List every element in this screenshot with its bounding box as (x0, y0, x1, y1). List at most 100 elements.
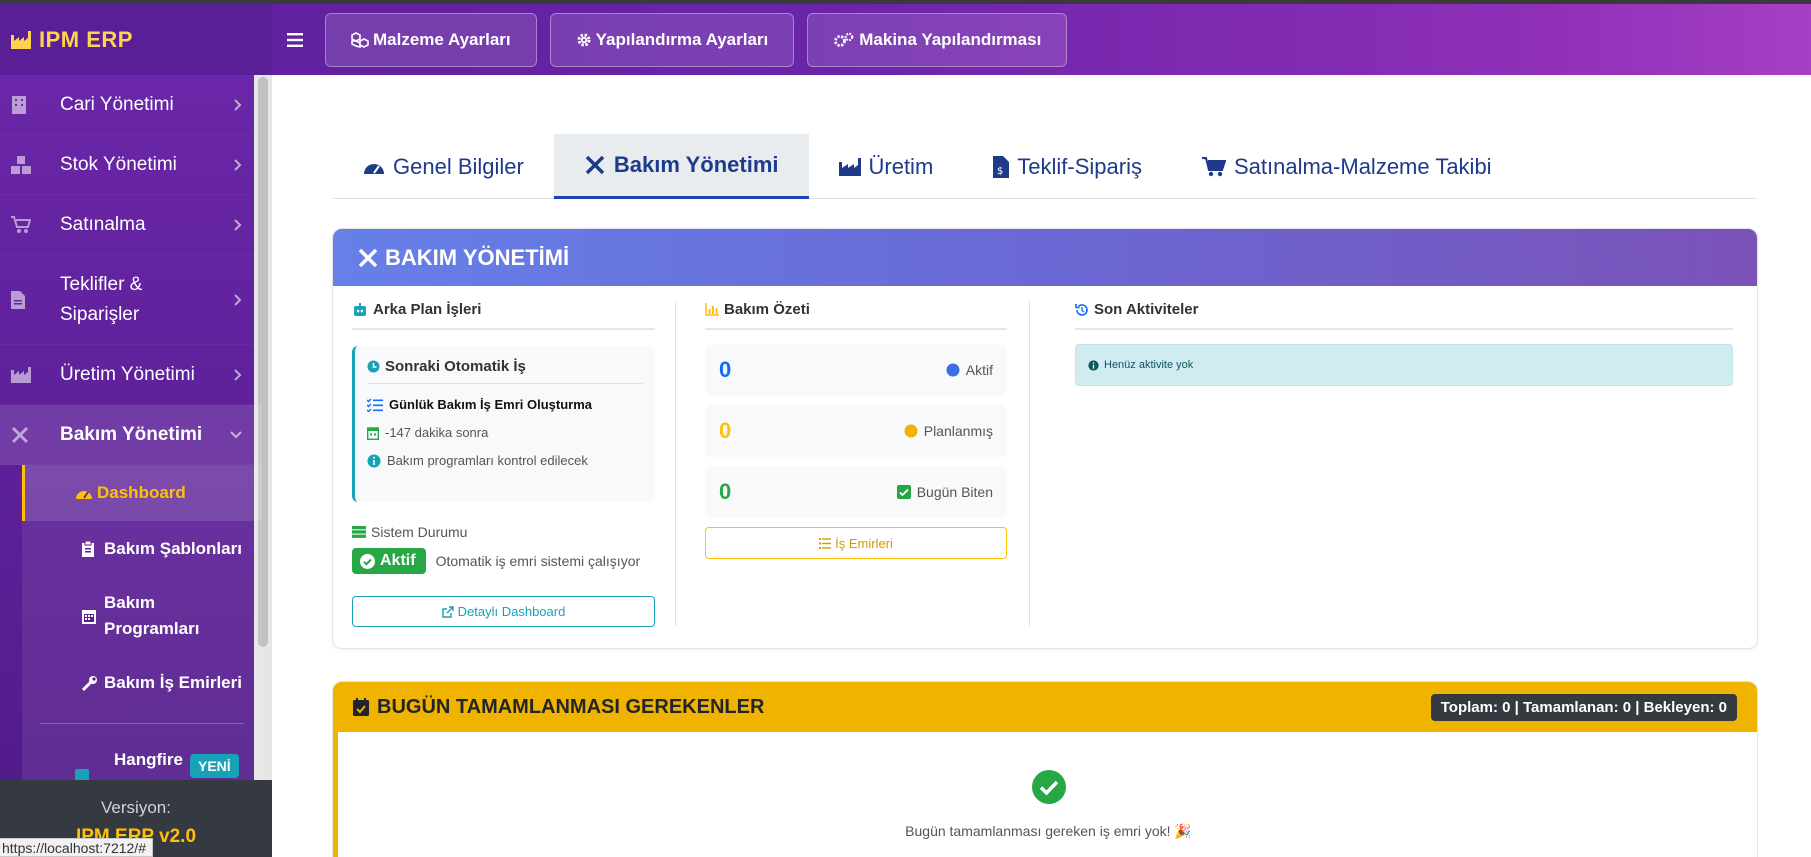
job-time: -147 dakika sonra (385, 425, 489, 440)
calendar-icon (367, 426, 379, 440)
sidebar-subitem-label: Dashboard (97, 483, 186, 502)
tab-production[interactable]: Üretim (809, 134, 964, 199)
invoice-dollar-icon: $ (993, 155, 1010, 178)
brand-name: IPM ERP (39, 26, 133, 52)
tools-icon (358, 248, 378, 267)
next-job-title-text: Sonraki Otomatik İş (385, 358, 526, 375)
chevron-right-icon (234, 293, 242, 306)
recent-activities-title-text: Son Aktiviteler (1094, 301, 1199, 318)
industry-icon (11, 366, 31, 383)
sidebar-subitem-label: Bakım Programları (104, 593, 200, 638)
list-icon (819, 537, 832, 549)
chart-bar-icon (705, 303, 719, 316)
sidebar-subitem-programs[interactable]: Bakım Programları (22, 577, 262, 655)
maintenance-summary-column: Bakım Özeti 0 Aktif 0 Planlanmış 0 Bugün… (705, 301, 1007, 559)
sidebar-item-label: Satınalma (60, 213, 146, 235)
dashboard-gauge-icon (76, 491, 92, 499)
machine-configuration-button[interactable]: Makina Yapılandırması (807, 12, 1068, 67)
stat-label-text: Bugün Biten (916, 484, 993, 500)
next-job-title: Sonraki Otomatik İş (367, 358, 643, 384)
today-tasks-card: BUGÜN TAMAMLANMASI GEREKENLER Toplam: 0 … (332, 681, 1758, 857)
system-status-text: Sistem Durumu (371, 524, 468, 540)
clipboard-icon (82, 541, 94, 557)
boxes-icon (11, 155, 31, 174)
sidebar-item-label: Bakım Yönetimi (60, 423, 203, 445)
wrench-icon (82, 676, 97, 691)
stat-finished-label: Bugün Biten (896, 484, 993, 500)
sidebar-item-maintenance[interactable]: Bakım Yönetimi (0, 405, 262, 465)
sidebar-subitem-dashboard[interactable]: Dashboard (22, 465, 262, 521)
recent-activities-title: Son Aktiviteler (1075, 301, 1733, 330)
industry-icon (838, 157, 861, 176)
stat-planned-label: Planlanmış (904, 423, 993, 439)
maintenance-card: BAKIM YÖNETİMİ Arka Plan İşleri Sonraki … (332, 228, 1758, 649)
today-tasks-title-text: BUGÜN TAMAMLANMASI GEREKENLER (377, 695, 765, 718)
sidebar-item-offers[interactable]: Teklifler & Siparişler (0, 255, 262, 345)
sidebar-item-purchasing[interactable]: Satınalma (0, 195, 262, 255)
sidebar-subitem-label: Bakım İş Emirleri (104, 673, 242, 692)
version-label: Versiyon: (101, 798, 171, 817)
dashboard-tabs: Genel Bilgiler Bakım Yönetimi Üretim $ T… (333, 134, 1757, 199)
sidebar-item-label: Üretim Yönetimi (60, 363, 195, 385)
next-job-box: Sonraki Otomatik İş Günlük Bakım İş Emri… (352, 346, 655, 502)
chevron-right-icon (234, 158, 242, 171)
detailed-dashboard-button[interactable]: Detaylı Dashboard (352, 596, 655, 627)
sidebar-item-production[interactable]: Üretim Yönetimi (0, 345, 262, 405)
tab-label: Üretim (868, 153, 934, 179)
info-icon (1088, 359, 1099, 371)
gear-icon (577, 33, 591, 46)
job-info: Bakım programları kontrol edilecek (387, 453, 588, 468)
work-orders-button[interactable]: İş Emirleri (705, 527, 1007, 559)
menu-toggle-icon[interactable] (278, 23, 312, 57)
column-divider (675, 301, 676, 626)
configuration-settings-label: Yapılandırma Ayarları (595, 29, 769, 49)
today-tasks-header: BUGÜN TAMAMLANMASI GEREKENLER Toplam: 0 … (333, 682, 1757, 732)
tab-offer-order[interactable]: $ Teklif-Sipariş (963, 134, 1172, 199)
maintenance-summary-title-text: Bakım Özeti (724, 301, 810, 318)
column-divider (1029, 301, 1030, 626)
clock-icon (367, 360, 380, 373)
chevron-down-icon (230, 430, 242, 438)
invoice-icon (11, 290, 25, 309)
tab-purchasing-material[interactable]: Satınalma-Malzeme Takibi (1172, 134, 1522, 199)
no-activity-text: Henüz aktivite yok (1104, 359, 1194, 371)
job-name-row: Günlük Bakım İş Emri Oluşturma (367, 397, 643, 412)
today-tasks-body: Bugün tamamlanması gereken iş emri yok! … (333, 732, 1757, 857)
job-name: Günlük Bakım İş Emri Oluşturma (389, 397, 592, 412)
status-url: https://localhost:7212/# (0, 838, 153, 857)
stat-planned-value: 0 (719, 418, 732, 443)
yellow-circle-icon (904, 424, 918, 438)
background-jobs-title: Arka Plan İşleri (352, 301, 655, 330)
calendar-icon (82, 610, 96, 624)
sidebar-subitem-templates[interactable]: Bakım Şablonları (22, 521, 262, 577)
tab-general[interactable]: Genel Bilgiler (333, 134, 554, 199)
brand-logo[interactable]: IPM ERP (0, 4, 272, 75)
sidebar-divider (40, 723, 244, 724)
external-link-icon (441, 605, 454, 618)
robot-icon (354, 302, 366, 316)
tachometer-icon (364, 163, 384, 174)
sidebar-nav: Cari Yönetimi Stok Yönetimi Satınalma Te… (0, 75, 262, 800)
configuration-settings-button[interactable]: Yapılandırma Ayarları (549, 12, 795, 67)
tab-maintenance[interactable]: Bakım Yönetimi (553, 134, 809, 199)
status-description: Otomatik iş emri sistemi çalışıyor (435, 553, 641, 569)
check-circle-icon (1031, 770, 1066, 804)
sidebar-subitem-workorders[interactable]: Bakım İş Emirleri (22, 655, 262, 711)
calendar-check-icon (353, 698, 369, 716)
material-settings-label: Malzeme Ayarları (373, 29, 511, 49)
status-badge: Aktif (352, 548, 426, 574)
today-tasks-title: BUGÜN TAMAMLANMASI GEREKENLER (353, 696, 764, 719)
material-settings-button[interactable]: Malzeme Ayarları (325, 12, 537, 67)
sidebar-item-cari[interactable]: Cari Yönetimi (0, 75, 262, 135)
maintenance-summary-title: Bakım Özeti (705, 301, 1007, 330)
maintenance-submenu: Dashboard Bakım Şablonları Bakım Program… (22, 465, 262, 800)
sidebar-item-label: Teklifler & Siparişler (60, 273, 143, 325)
blue-circle-icon (946, 363, 960, 377)
info-icon (367, 454, 381, 467)
check-circle-icon (360, 553, 375, 569)
today-tasks-counter: Toplam: 0 | Tamamlanan: 0 | Bekleyen: 0 (1430, 693, 1737, 721)
sidebar-item-stock[interactable]: Stok Yönetimi (0, 135, 262, 195)
job-info-row: Bakım programları kontrol edilecek (367, 453, 643, 468)
tasks-icon (367, 398, 383, 412)
factory-icon (11, 30, 31, 49)
